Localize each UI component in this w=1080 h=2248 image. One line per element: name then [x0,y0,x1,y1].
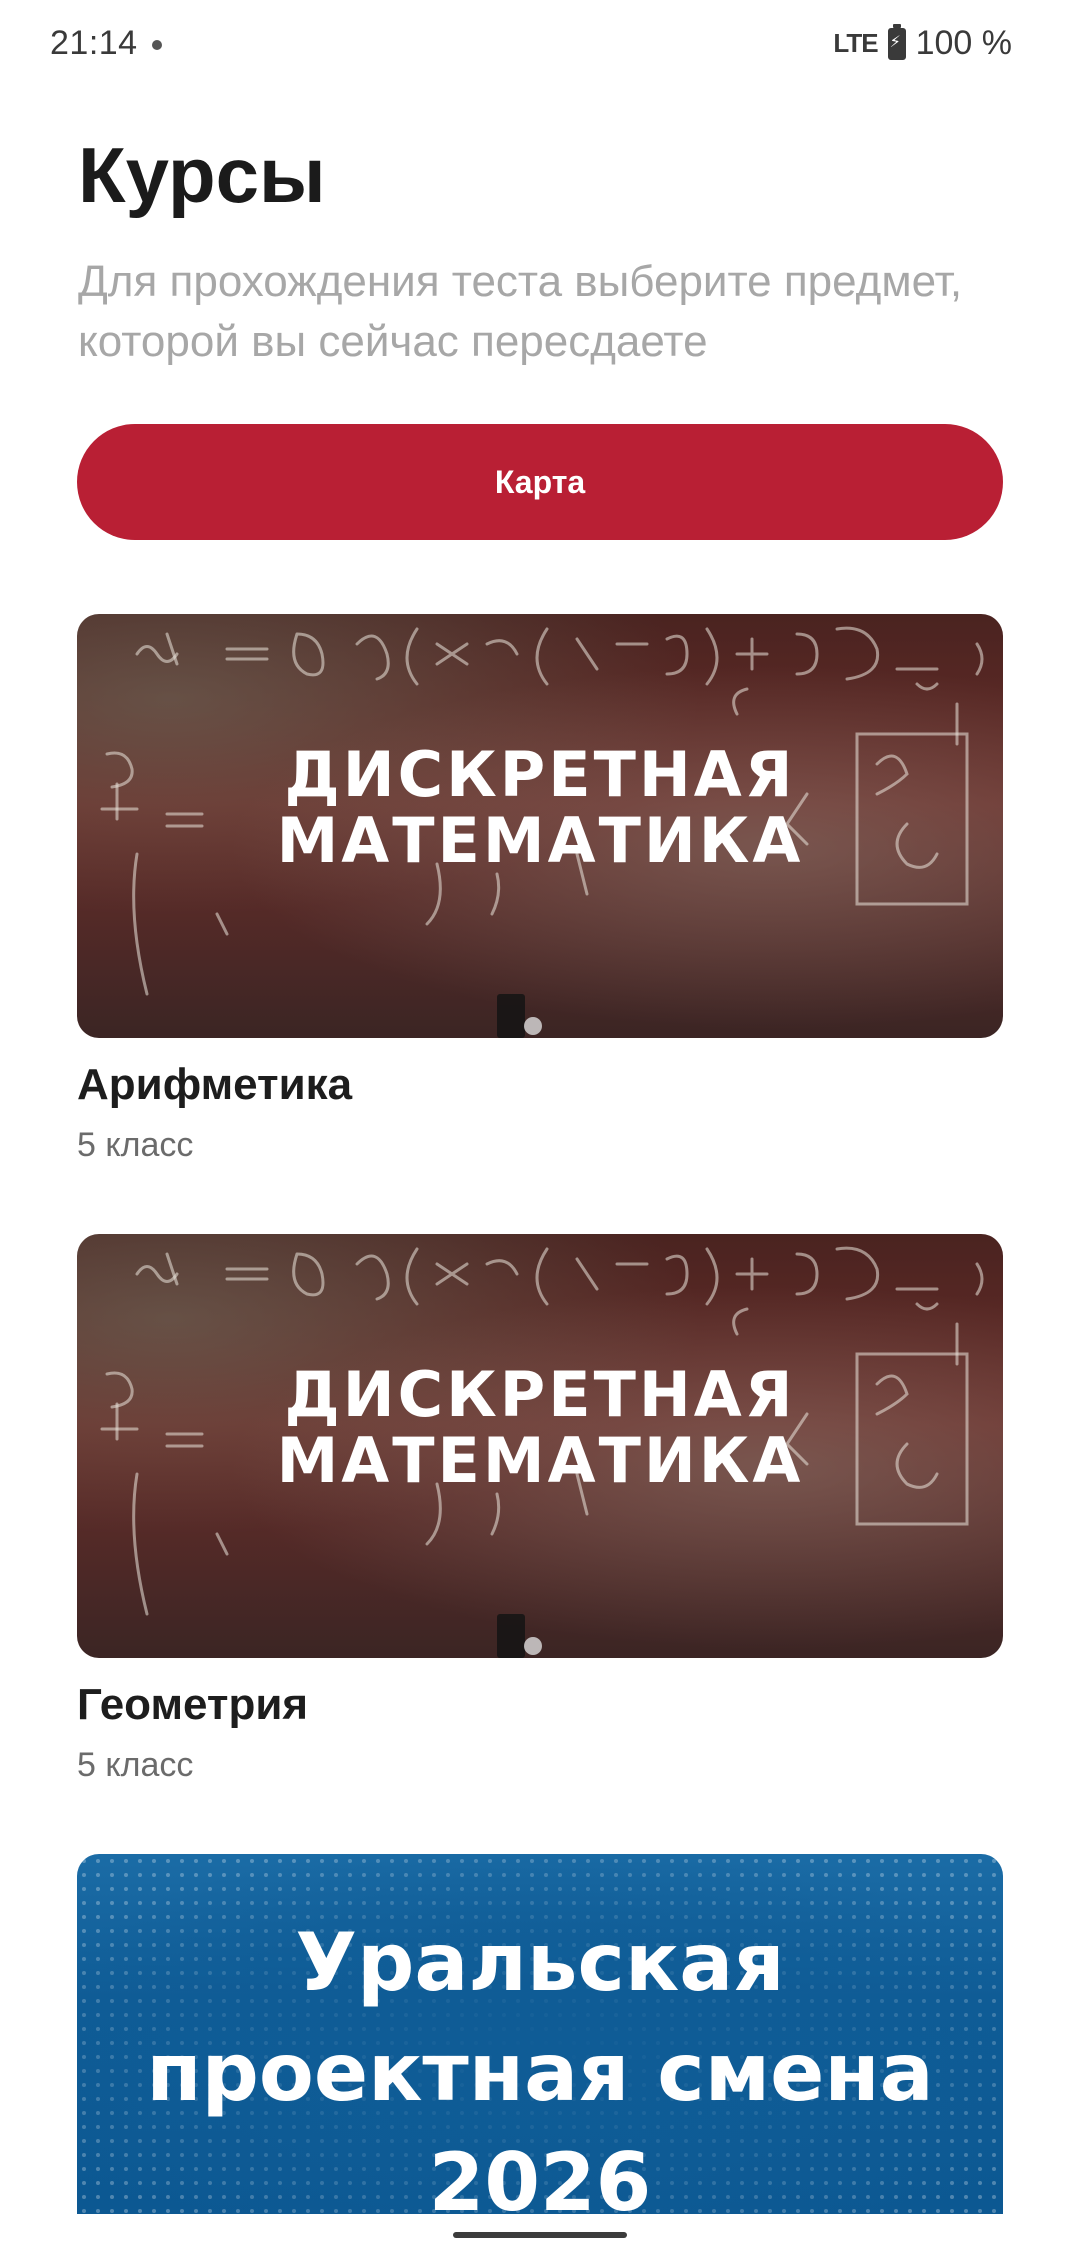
lte-signal-icon: LTE [833,28,878,58]
banner-title-line-1: Уральская [295,1916,785,2009]
course-name: Арифметика [77,1060,353,1109]
status-indicators: LTE 100 % [833,23,1012,63]
course-image[interactable]: ДИСКРЕТНАЯ МАТЕМАТИКА [77,614,1003,1038]
course-card-geometry[interactable]: ДИСКРЕТНАЯ МАТЕМАТИКА Геометрия 5 класс [77,1234,1003,1785]
battery-charging-icon [887,23,906,60]
course-image-title-line-1: ДИСКРЕТНАЯ [284,738,796,811]
course-card-arithmetic[interactable]: ДИСКРЕТНАЯ МАТЕМАТИКА Арифметика 5 класс [77,614,1003,1165]
course-name: Геометрия [77,1680,309,1729]
page-subtitle: Для прохождения теста выберите предмет, … [78,257,963,366]
home-indicator[interactable] [453,2232,627,2238]
course-image[interactable]: ДИСКРЕТНАЯ МАТЕМАТИКА [77,1234,1003,1658]
banner-title-line-2: проектная смена [146,2026,934,2119]
course-image-title: ДИСКРЕТНАЯ МАТЕМАТИКА [77,742,1003,874]
course-grade: 5 класс [77,1746,194,1784]
course-image-title-line-2: МАТЕМАТИКА [276,804,804,877]
map-button[interactable]: Карта [77,424,1003,540]
course-image-title-line-2: МАТЕМАТИКА [276,1424,804,1497]
course-image-title: ДИСКРЕТНАЯ МАТЕМАТИКА [77,1362,1003,1494]
course-image-title-line-1: ДИСКРЕТНАЯ [284,1358,796,1431]
banner-title-line-3: 2026 [428,2136,652,2214]
banner-title: Уральская проектная смена 2026 [77,1908,1003,2214]
notification-dot-icon [152,40,162,50]
status-time: 21:14 [50,24,138,62]
page-title: Курсы [78,131,326,219]
battery-percentage: 100 % [915,24,1012,62]
banner-card-ural-project[interactable]: Уральская проектная смена 2026 [77,1854,1003,2214]
courses-screen: 21:14 LTE 100 % Курсы Для прохождения те… [0,0,1080,2248]
status-bar: 21:14 LTE 100 % [0,0,1080,90]
course-grade: 5 класс [77,1126,194,1164]
